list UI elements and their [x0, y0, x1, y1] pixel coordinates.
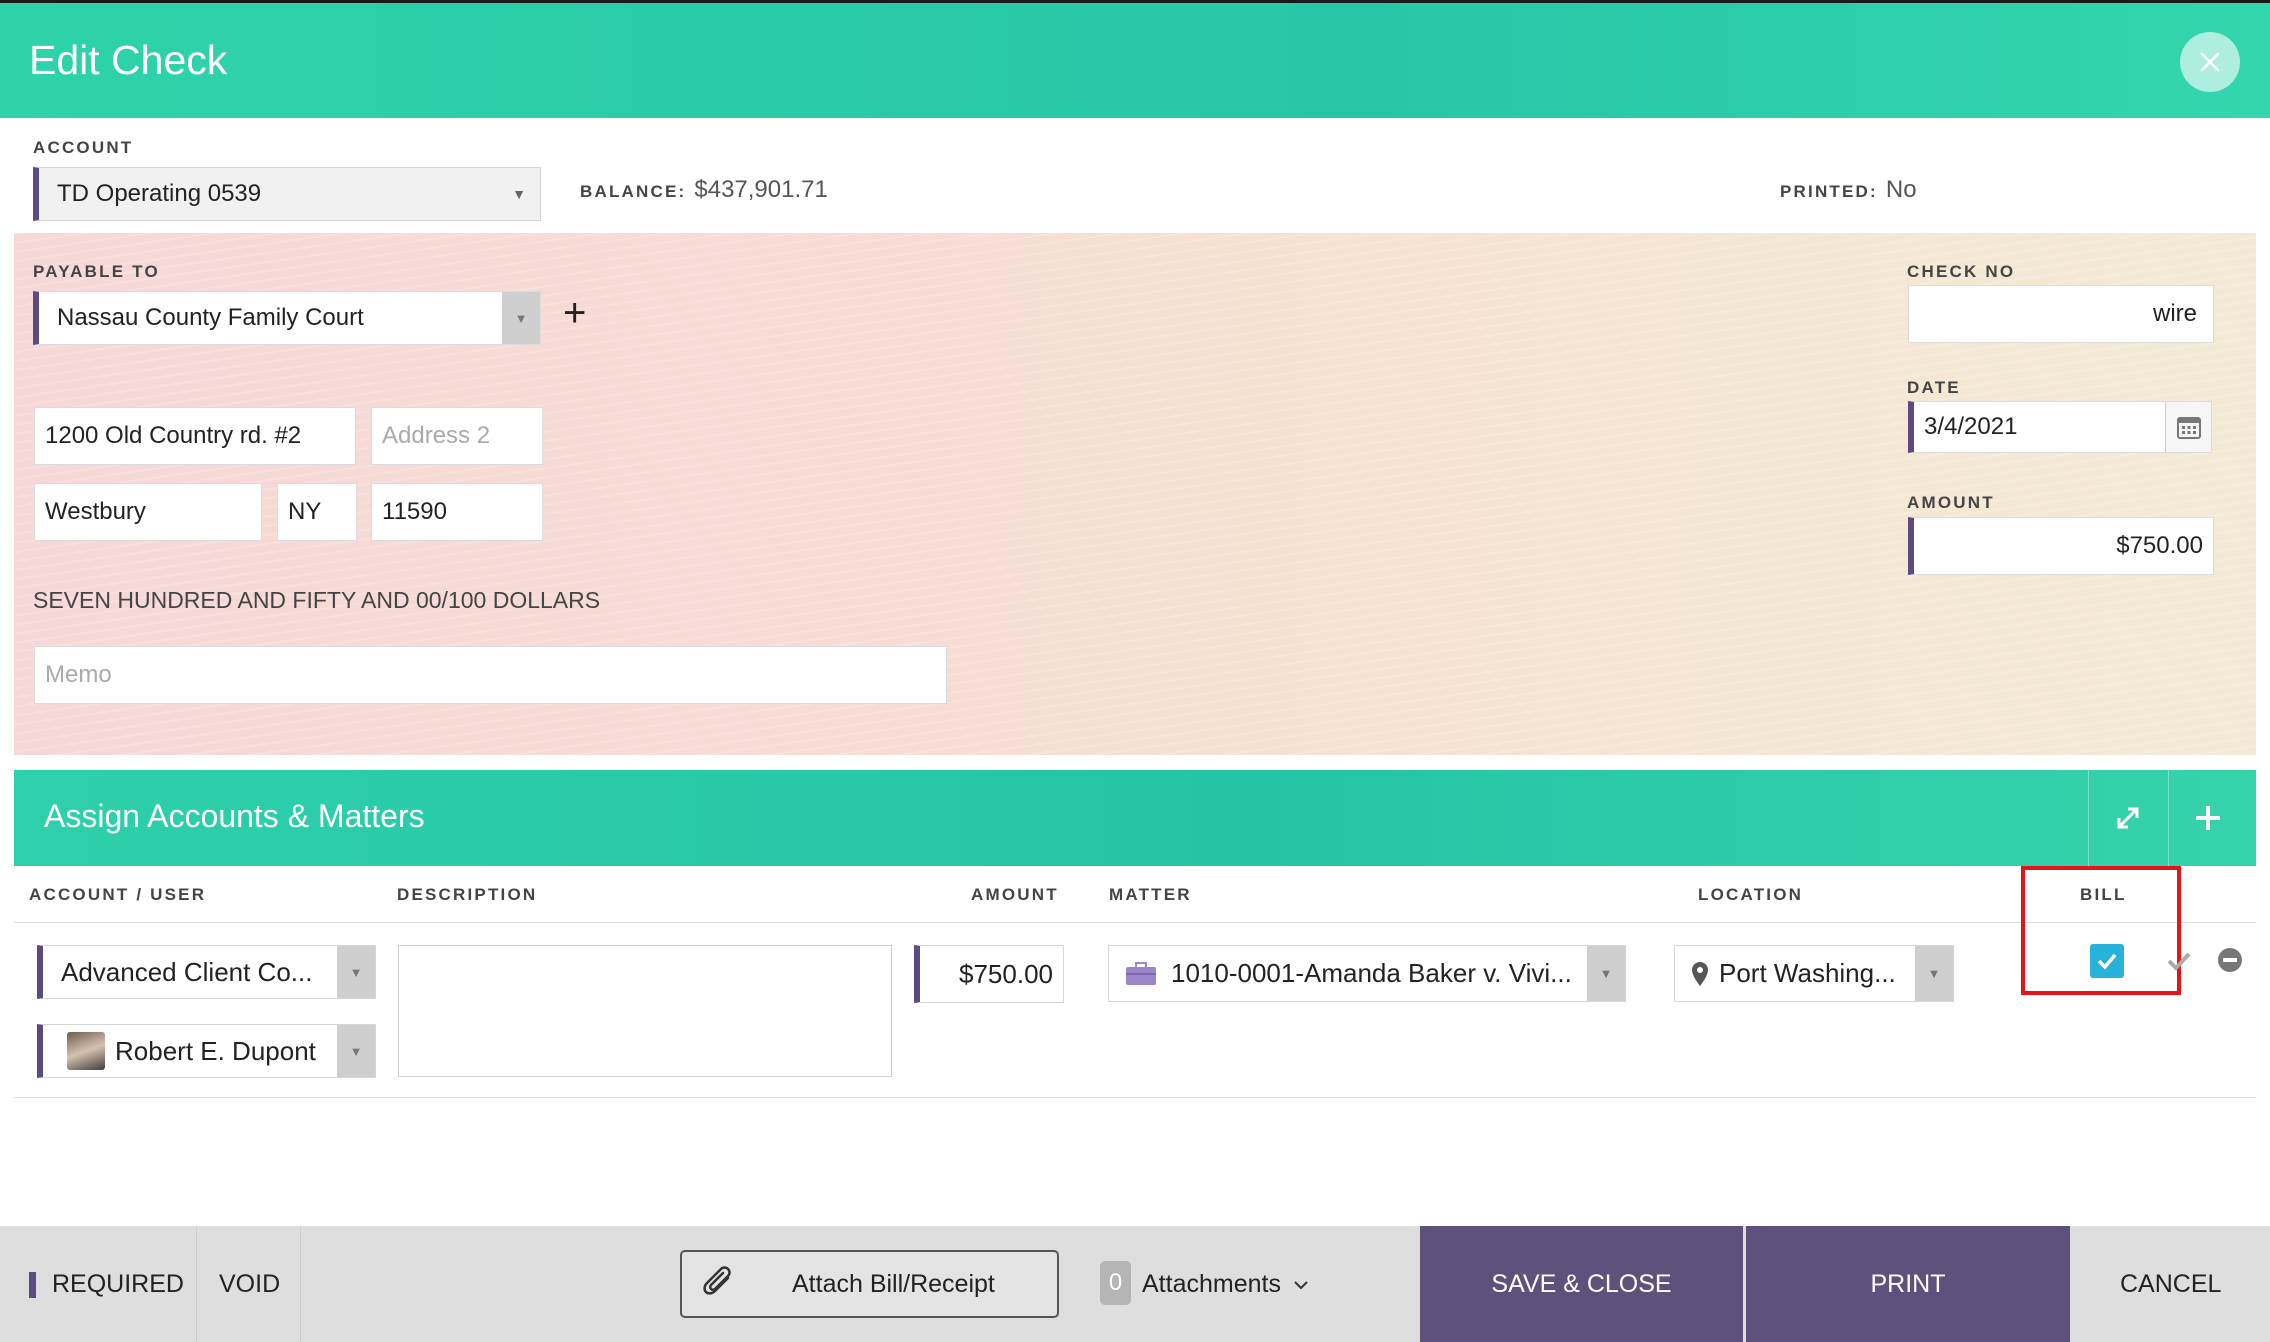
- zip-value: 11590: [382, 498, 447, 525]
- row-matter-select[interactable]: 1010-0001-Amanda Baker v. Vivi... ▼: [1108, 945, 1626, 1002]
- expand-button[interactable]: [2088, 770, 2166, 866]
- account-select-value: TD Operating 0539: [57, 180, 262, 207]
- close-button[interactable]: [2180, 32, 2240, 92]
- add-row-button[interactable]: [2168, 770, 2246, 866]
- location-pin-icon: [1692, 961, 1708, 986]
- row-matter-dropdown-arrow-icon[interactable]: ▼: [1587, 946, 1625, 1001]
- chevron-down-icon: [1294, 1280, 1308, 1289]
- attach-bill-label: Attach Bill/Receipt: [792, 1269, 995, 1298]
- col-location: LOCATION: [1698, 885, 1804, 904]
- date-value: 3/4/2021: [1924, 413, 2018, 440]
- row-user-value: Robert E. Dupont: [115, 1035, 316, 1066]
- attach-bill-button[interactable]: Attach Bill/Receipt: [680, 1250, 1059, 1318]
- close-icon: [2200, 52, 2220, 72]
- printed-value: No: [1885, 176, 1917, 203]
- remove-icon[interactable]: [2217, 947, 2243, 973]
- account-label: ACCOUNT: [33, 138, 134, 157]
- memo-field[interactable]: Memo: [34, 646, 947, 704]
- calendar-button[interactable]: [2165, 402, 2211, 452]
- bill-checkbox[interactable]: [2090, 944, 2124, 978]
- avatar: [67, 1032, 105, 1070]
- assign-section-header: Assign Accounts & Matters: [14, 770, 2256, 866]
- col-description: DESCRIPTION: [397, 885, 538, 904]
- row-divider: [14, 1097, 2256, 1098]
- header-divider: [14, 922, 2256, 923]
- row-user-select[interactable]: Robert E. Dupont ▼: [37, 1024, 376, 1078]
- footer-divider: [300, 1226, 301, 1342]
- dropdown-arrow-icon: ▼: [512, 186, 526, 202]
- balance-value: $437,901.71: [694, 176, 828, 203]
- amount-field[interactable]: $750.00: [1908, 517, 2214, 575]
- check-no-field[interactable]: wire: [1908, 285, 2214, 343]
- address2-placeholder: Address 2: [382, 422, 491, 449]
- row-account-select[interactable]: Advanced Client Co... ▼: [37, 945, 376, 999]
- row-matter-value: 1010-0001-Amanda Baker v. Vivi...: [1171, 958, 1572, 988]
- amount-in-words: SEVEN HUNDRED AND FIFTY AND 00/100 DOLLA…: [33, 587, 601, 613]
- attachments-count-badge: 0: [1100, 1261, 1131, 1305]
- balance-display: BALANCE: $437,901.71: [580, 176, 828, 204]
- row-account-dropdown-arrow-icon[interactable]: ▼: [337, 946, 375, 998]
- footer-divider: [196, 1226, 197, 1342]
- payee-select[interactable]: Nassau County Family Court ▼: [33, 291, 541, 345]
- col-amount: AMOUNT: [971, 885, 1059, 904]
- state-value: NY: [288, 498, 322, 525]
- printed-label: PRINTED:: [1780, 182, 1878, 201]
- amount-label: AMOUNT: [1907, 493, 1995, 512]
- payee-dropdown-arrow-icon[interactable]: ▼: [502, 292, 540, 344]
- account-select[interactable]: TD Operating 0539 ▼: [33, 167, 541, 221]
- row-confirm-check-icon[interactable]: [2166, 948, 2192, 974]
- city-field[interactable]: Westbury: [34, 483, 262, 541]
- address1-value: 1200 Old Country rd. #2: [45, 422, 302, 449]
- col-matter: MATTER: [1109, 885, 1192, 904]
- add-payee-plus-icon[interactable]: +: [563, 291, 586, 336]
- row-location-dropdown-arrow-icon[interactable]: ▼: [1915, 946, 1953, 1001]
- col-account-user: ACCOUNT / USER: [29, 885, 207, 904]
- void-button[interactable]: VOID: [219, 1270, 280, 1299]
- address2-field[interactable]: Address 2: [371, 407, 543, 465]
- plus-icon: [2195, 806, 2220, 830]
- city-value: Westbury: [45, 498, 146, 525]
- required-legend: REQUIRED: [52, 1270, 184, 1298]
- row-account-value: Advanced Client Co...: [61, 956, 313, 987]
- attachments-dropdown[interactable]: Attachments: [1142, 1270, 1309, 1299]
- address1-field[interactable]: 1200 Old Country rd. #2: [34, 407, 356, 465]
- memo-placeholder: Memo: [45, 661, 112, 688]
- check-icon: [2097, 953, 2117, 970]
- zip-field[interactable]: 11590: [371, 483, 543, 541]
- cancel-button[interactable]: CANCEL: [2120, 1270, 2221, 1299]
- dialog-title: Edit Check: [29, 37, 228, 83]
- check-no-label: CHECK NO: [1907, 262, 2016, 281]
- row-amount-value: $750.00: [959, 958, 1053, 989]
- payable-to-label: PAYABLE TO: [33, 262, 160, 281]
- calendar-icon: [2176, 417, 2201, 439]
- print-button[interactable]: PRINT: [1746, 1226, 2070, 1342]
- amount-value: $750.00: [2116, 532, 2203, 559]
- paperclip-icon: [703, 1266, 731, 1295]
- check-area: PAYABLE TO Nassau County Family Court ▼ …: [14, 233, 2256, 755]
- check-no-value: wire: [2152, 300, 2197, 327]
- save-close-button[interactable]: SAVE & CLOSE: [1420, 1226, 1743, 1342]
- date-field[interactable]: 3/4/2021: [1908, 401, 2212, 453]
- attachments-label: Attachments: [1142, 1270, 1281, 1298]
- row-user-dropdown-arrow-icon[interactable]: ▼: [337, 1025, 375, 1077]
- payee-value: Nassau County Family Court: [57, 304, 364, 331]
- expand-icon: [2117, 807, 2138, 829]
- row-description-input[interactable]: [398, 945, 892, 1077]
- row-location-select[interactable]: Port Washing... ▼: [1674, 945, 1954, 1002]
- row-location-value: Port Washing...: [1719, 958, 1896, 988]
- printed-display: PRINTED: No: [1780, 176, 1917, 204]
- briefcase-icon: [1126, 961, 1156, 985]
- dialog-header: Edit Check: [0, 0, 2270, 118]
- assign-section-title: Assign Accounts & Matters: [44, 798, 425, 834]
- date-label: DATE: [1907, 378, 1961, 397]
- state-field[interactable]: NY: [277, 483, 357, 541]
- row-amount-field[interactable]: $750.00: [914, 945, 1064, 1003]
- balance-label: BALANCE:: [580, 182, 687, 201]
- required-marker: [29, 1272, 36, 1298]
